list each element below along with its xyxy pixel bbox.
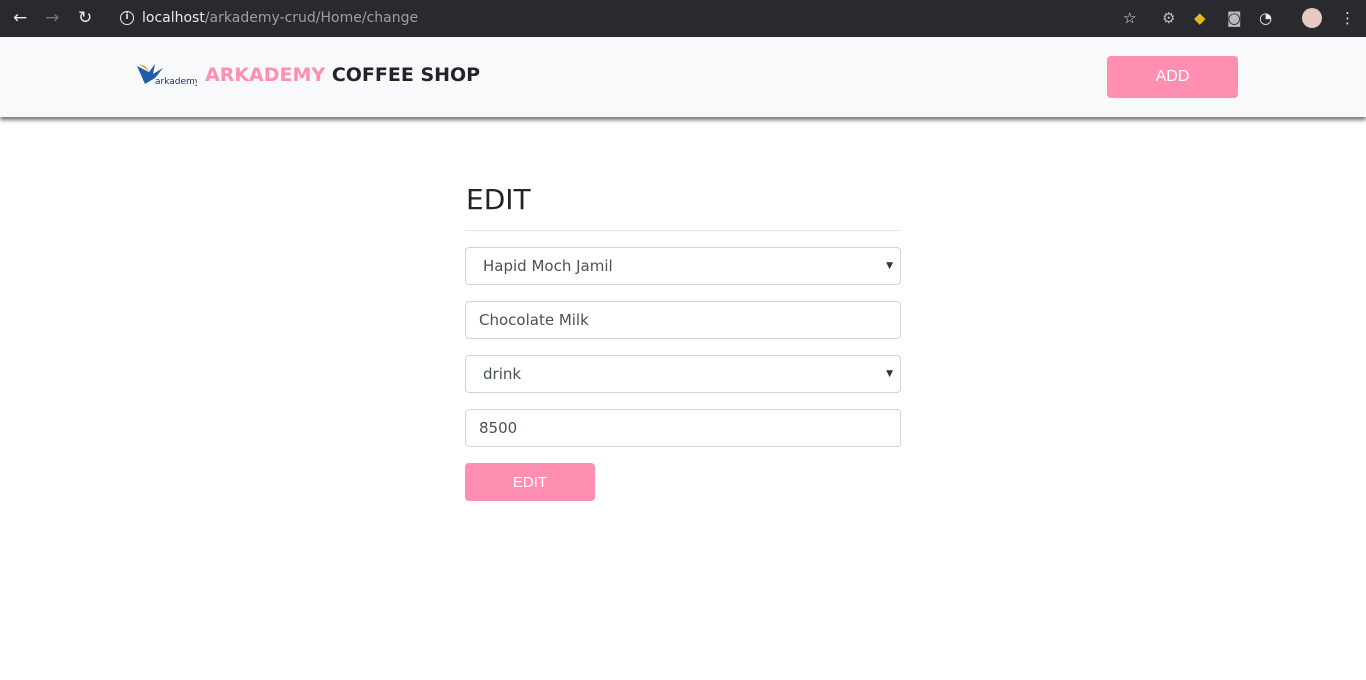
extension-icon[interactable]: ◆ xyxy=(1194,9,1206,27)
navbar: arkademy ARKADEMY COFFEE SHOP ADD xyxy=(0,37,1366,117)
extension-icon[interactable]: ⚙ xyxy=(1162,9,1175,27)
cashier-select[interactable]: Hapid Moch Jamil ▼ xyxy=(465,247,901,285)
price-input[interactable]: 8500 xyxy=(465,409,901,447)
edit-form: EDIT Hapid Moch Jamil ▼ Chocolate Milk dr… xyxy=(465,180,901,501)
camera-icon[interactable]: ◙ xyxy=(1227,9,1242,27)
add-button[interactable]: ADD xyxy=(1107,56,1238,98)
product-name-input[interactable]: Chocolate Milk xyxy=(465,301,901,339)
browser-toolbar: ← → ↻ i localhost/arkademy-crud/Home/cha… xyxy=(0,0,1366,37)
avatar[interactable] xyxy=(1302,8,1322,28)
svg-text:arkademy: arkademy xyxy=(155,77,197,87)
brand-title[interactable]: ARKADEMY COFFEE SHOP xyxy=(205,64,480,86)
forward-icon[interactable]: → xyxy=(45,8,59,28)
chevron-down-icon: ▼ xyxy=(886,261,893,271)
bookmark-star-icon[interactable]: ☆ xyxy=(1123,9,1136,27)
address-bar[interactable]: i localhost/arkademy-crud/Home/change xyxy=(108,4,1148,33)
edit-submit-button[interactable]: EDIT xyxy=(465,463,595,501)
back-icon[interactable]: ← xyxy=(13,8,27,28)
speedometer-icon[interactable]: ◔ xyxy=(1259,9,1272,27)
page-title: EDIT xyxy=(465,180,901,231)
reload-icon[interactable]: ↻ xyxy=(78,8,92,28)
info-icon[interactable]: i xyxy=(120,11,134,25)
menu-icon[interactable]: ⋮ xyxy=(1340,9,1355,27)
arkademy-logo[interactable]: arkademy xyxy=(135,62,197,92)
category-select[interactable]: drink ▼ xyxy=(465,355,901,393)
chevron-down-icon: ▼ xyxy=(886,369,893,379)
